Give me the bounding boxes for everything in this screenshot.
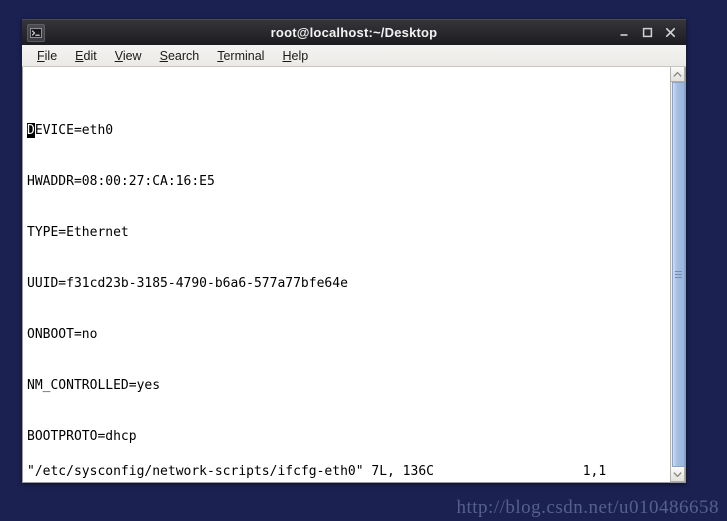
menubar: File Edit View Search Terminal Help	[22, 45, 686, 67]
menu-item-file[interactable]: File	[28, 47, 66, 65]
terminal-line: NM_CONTROLLED=yes	[27, 378, 161, 393]
menu-item-terminal[interactable]: Terminal	[208, 47, 273, 65]
menu-mnemonic-file: F	[37, 48, 45, 63]
terminal-line: DEVICE=eth0	[27, 122, 670, 139]
desktop-watermark: http://blog.csdn.net/u010486658	[456, 497, 719, 518]
scrollbar-grip-line	[675, 274, 682, 275]
text-cursor: D	[27, 123, 35, 138]
menu-label-file: ile	[44, 48, 58, 63]
menu-mnemonic-help: H	[282, 48, 292, 63]
menu-label-help: elp	[291, 48, 309, 63]
vi-statusline: "/etc/sysconfig/network-scripts/ifcfg-et…	[27, 464, 670, 479]
close-button[interactable]	[664, 26, 677, 39]
scrollbar-up-button[interactable]	[671, 67, 685, 82]
menu-item-edit[interactable]: Edit	[66, 47, 106, 65]
terminal-line: HWADDR=08:00:27:CA:16:E5	[27, 174, 215, 189]
terminal-line: UUID=f31cd23b-3185-4790-b6a6-577a77bfe64…	[27, 276, 348, 291]
terminal-line: BOOTPROTO=dhcp	[27, 429, 137, 444]
scrollbar[interactable]	[670, 67, 685, 482]
menu-mnemonic-view: V	[114, 48, 123, 63]
menu-item-search[interactable]: Search	[151, 47, 209, 65]
window-title: root@localhost:~/Desktop	[270, 25, 438, 40]
window-titlebar[interactable]: root@localhost:~/Desktop	[22, 19, 686, 45]
menu-mnemonic-edit: E	[75, 48, 84, 63]
menu-label-terminal: erminal	[223, 48, 265, 63]
terminal-icon[interactable]	[27, 23, 45, 42]
menu-label-search: earch	[167, 48, 200, 63]
terminal-body: DEVICE=eth0 HWADDR=08:00:27:CA:16:E5 TYP…	[22, 67, 686, 483]
scrollbar-grip-line	[675, 277, 682, 278]
terminal-window: root@localhost:~/Desktop File Edit View …	[22, 19, 686, 483]
scrollbar-grip-line	[675, 271, 682, 272]
minimize-button[interactable]	[618, 26, 631, 39]
menu-label-view: iew	[122, 48, 142, 63]
menu-item-view[interactable]: View	[106, 47, 151, 65]
terminal-line: TYPE=Ethernet	[27, 225, 129, 240]
menu-mnemonic-search: S	[159, 48, 168, 63]
menu-label-edit: dit	[83, 48, 97, 63]
terminal-screen[interactable]: DEVICE=eth0 HWADDR=08:00:27:CA:16:E5 TYP…	[23, 67, 670, 482]
scrollbar-thumb[interactable]	[672, 82, 685, 467]
terminal-line-text: EVICE=eth0	[34, 123, 114, 138]
scrollbar-track[interactable]	[671, 82, 685, 467]
scrollbar-down-button[interactable]	[671, 467, 685, 482]
menu-item-help[interactable]: Help	[273, 47, 317, 65]
terminal-line: ONBOOT=no	[27, 327, 98, 342]
maximize-button[interactable]	[641, 26, 654, 39]
window-controls	[618, 26, 682, 39]
